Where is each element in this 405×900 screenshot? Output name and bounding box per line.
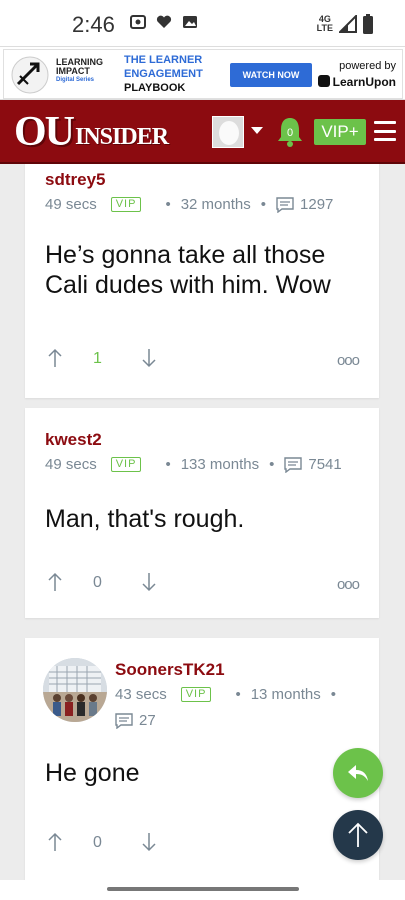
- avatar-photo-icon: [43, 658, 107, 722]
- post-count-row: 27: [115, 712, 156, 729]
- comment-icon: [276, 196, 294, 213]
- image-icon: [183, 16, 197, 28]
- status-notification-icons: [130, 15, 198, 29]
- comment-body: He gone: [45, 759, 140, 787]
- ad-banner[interactable]: LEARNING IMPACT Digital Series THE LEARN…: [0, 46, 405, 100]
- upvote-arrow-icon[interactable]: [47, 348, 63, 368]
- profile-avatar[interactable]: [212, 116, 244, 148]
- comment-body: Man, that's rough.: [45, 505, 245, 533]
- membership-length: 133 months: [180, 456, 260, 473]
- notification-count: 0: [287, 127, 293, 139]
- comment-card: kwest2 49 secs VIP • 133 months • 7541 M…: [25, 408, 379, 618]
- comment-body: He’s gonna take all those Cali dudes wit…: [45, 241, 331, 299]
- reply-icon: [348, 765, 368, 781]
- heart-icon: [156, 15, 172, 28]
- vote-count: 0: [93, 574, 102, 591]
- signal-icon: [339, 15, 357, 33]
- site-logo[interactable]: OU INSIDER: [14, 110, 201, 154]
- comment-icon: [115, 712, 133, 729]
- user-avatar[interactable]: [43, 658, 107, 722]
- downvote-arrow-icon[interactable]: [141, 832, 157, 852]
- more-options-icon[interactable]: ooo: [337, 576, 360, 593]
- more-options-icon[interactable]: ooo: [337, 352, 360, 369]
- ad-brand: LEARNING IMPACT Digital Series: [56, 57, 103, 84]
- comment-time: 49 secs: [45, 196, 97, 213]
- downvote-arrow-icon[interactable]: [141, 348, 157, 368]
- status-time: 2:46: [72, 12, 115, 37]
- vip-badge: VIP: [110, 457, 142, 472]
- downvote-arrow-icon[interactable]: [141, 572, 157, 592]
- comment-username[interactable]: SoonersTK21: [115, 660, 225, 680]
- comment-actions: 0: [45, 832, 359, 856]
- comment-actions: 1 ooo: [45, 348, 360, 372]
- reply-button[interactable]: [333, 748, 383, 798]
- comment-meta: 49 secs VIP • 133 months • 7541: [45, 456, 342, 473]
- ad-content[interactable]: LEARNING IMPACT Digital Series THE LEARN…: [3, 49, 403, 99]
- battery-icon: [363, 14, 373, 34]
- scroll-to-top-button[interactable]: [333, 810, 383, 860]
- chevron-down-icon[interactable]: [251, 127, 263, 134]
- learning-impact-logo-icon: [11, 56, 49, 94]
- home-gesture-handle[interactable]: [107, 887, 299, 891]
- learnupon-logo-icon: [317, 75, 330, 87]
- comment-username[interactable]: sdtrey5: [45, 170, 105, 190]
- cast-icon: [130, 15, 146, 29]
- ad-watch-now-button[interactable]: WATCH NOW: [230, 63, 312, 87]
- post-count: 7541: [284, 456, 342, 473]
- ad-headline: THE LEARNER ENGAGEMENT PLAYBOOK: [124, 54, 203, 94]
- membership-length: 32 months: [180, 196, 251, 213]
- status-bar: 2:46 4G LTE: [0, 0, 405, 46]
- comment-actions: 0 ooo: [45, 572, 360, 596]
- comment-icon: [284, 456, 303, 473]
- comment-card: SoonersTK21 43 secs VIP • 13 months • 27…: [25, 638, 379, 880]
- comment-time: 43 secs: [115, 686, 167, 703]
- upvote-arrow-icon[interactable]: [47, 572, 63, 592]
- hamburger-menu-icon[interactable]: [374, 121, 396, 141]
- vip-badge: VIP: [110, 197, 142, 212]
- comment-meta: 49 secs VIP • 32 months • 1297: [45, 196, 334, 213]
- comment-meta: 43 secs VIP • 13 months •: [115, 686, 337, 703]
- status-system-icons: 4G LTE: [317, 14, 373, 34]
- comment-card: sdtrey5 49 secs VIP • 32 months • 1297 H…: [25, 164, 379, 398]
- arrow-up-icon: [348, 822, 368, 847]
- upvote-arrow-icon[interactable]: [47, 832, 63, 852]
- vip-badge: VIP: [180, 687, 212, 702]
- notification-bell-icon[interactable]: 0: [276, 115, 304, 147]
- vote-count: 1: [93, 350, 102, 367]
- membership-length: 13 months: [250, 686, 321, 703]
- site-header: OU INSIDER 0 VIP+: [0, 100, 405, 164]
- network-type: 4G LTE: [316, 14, 333, 33]
- default-avatar-icon: [219, 121, 239, 145]
- ad-sponsor: powered by LearnUpon: [317, 58, 396, 91]
- comment-time: 49 secs: [45, 456, 97, 473]
- vote-count: 0: [93, 834, 102, 851]
- system-nav-bar: [0, 880, 405, 900]
- comment-username[interactable]: kwest2: [45, 430, 102, 450]
- vip-plus-button[interactable]: VIP+: [314, 119, 366, 145]
- post-count: 1297: [276, 196, 333, 213]
- post-count: 27: [115, 712, 156, 729]
